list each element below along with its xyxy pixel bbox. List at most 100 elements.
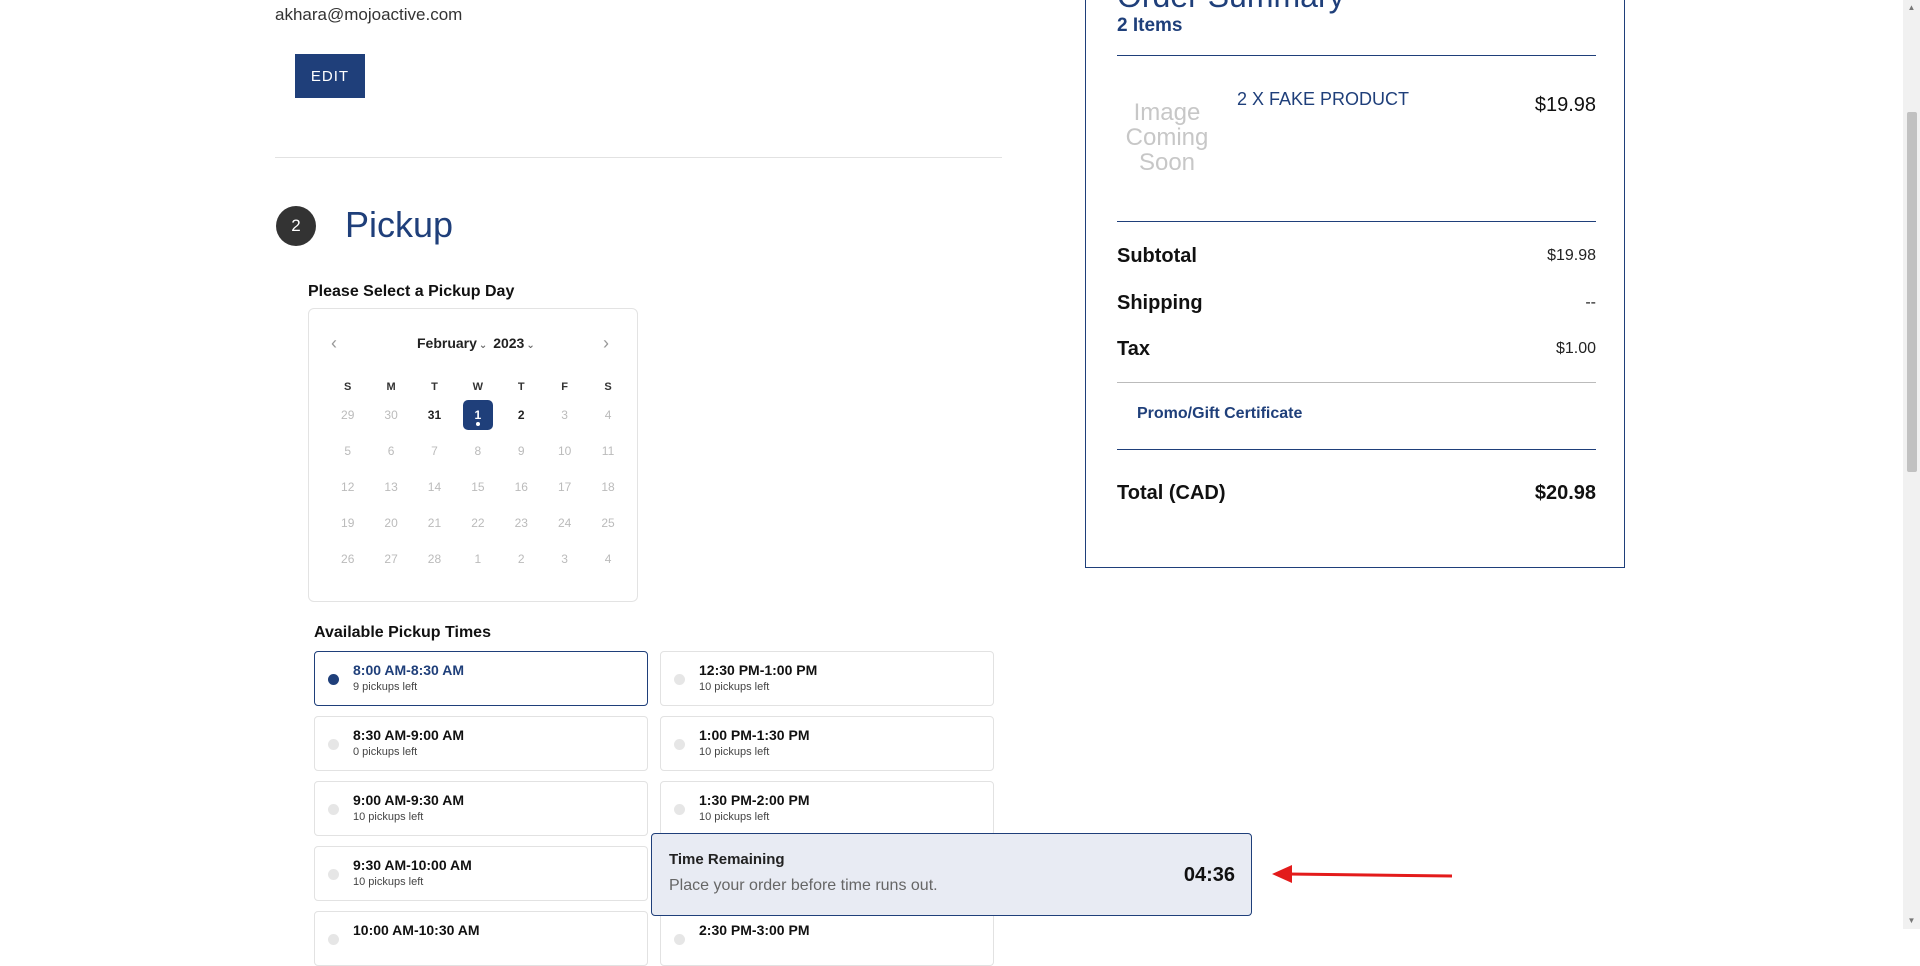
pickups-left-label: 10 pickups left [699,681,770,693]
calendar-day: 5 [326,444,369,458]
pickups-left-label: 10 pickups left [699,811,770,823]
calendar-day: 7 [413,444,456,458]
chevron-left-icon[interactable]: ‹ [331,333,337,354]
calendar-day-number: 21 [427,516,442,530]
subtotal-value: $19.98 [1547,247,1596,264]
calendar-day-number: 3 [561,552,568,566]
calendar-day: 15 [456,480,499,494]
calendar-day-number: 7 [431,444,438,458]
page-scrollbar[interactable]: ▲ ▼ [1903,0,1920,929]
radio-icon[interactable] [328,739,339,750]
edit-button[interactable]: EDIT [295,54,365,98]
calendar-day: 4 [586,408,629,422]
calendar-day: 14 [413,480,456,494]
calendar-day: 20 [369,516,412,530]
radio-icon[interactable] [674,934,685,945]
pickup-time-slot[interactable]: 8:30 AM-9:00 AM 0 pickups left [314,716,648,771]
calendar-day-number: 10 [557,444,572,458]
radio-icon[interactable] [328,934,339,945]
radio-icon[interactable] [674,739,685,750]
calendar-day-selected[interactable]: 1 [456,400,499,430]
pickup-time-label: 1:00 PM-1:30 PM [699,727,810,743]
calendar-week-row: 5 6 7 8 9 10 11 [326,433,630,469]
chevron-right-icon[interactable]: › [603,333,609,354]
month-select[interactable]: February [417,335,477,351]
radio-icon[interactable] [674,804,685,815]
calendar-day-number: 27 [384,552,398,566]
pickups-left-label: 0 pickups left [353,746,418,758]
calendar-day: 16 [500,480,543,494]
chevron-down-icon[interactable]: ⌄ [479,340,487,351]
time-remaining-title: Time Remaining [669,851,785,868]
calendar-grid: S M T W T F S 29 30 31 1 2 3 4 5 6 7 8 9 10 11 12 13 14 15 16 17 18… [326,377,630,577]
calendar-day-number: 12 [341,480,355,494]
calendar-day-number: 30 [384,408,398,422]
chevron-down-icon[interactable]: ⌄ [526,340,534,351]
pickups-left-label: 10 pickups left [353,811,424,823]
pickup-time-label: 9:00 AM-9:30 AM [353,792,464,808]
pickup-time-slot[interactable]: 10:00 AM-10:30 AM [314,911,648,966]
calendar-day: 18 [586,480,629,494]
calendar-day-number: 1 [474,552,482,566]
step-number-badge: 2 [276,206,316,246]
radio-icon[interactable] [674,674,685,685]
summary-divider [1117,449,1596,450]
annotation-arrow [1272,865,1453,883]
weekday-header: W [472,381,484,393]
pickup-time-slot[interactable]: 1:00 PM-1:30 PM 10 pickups left [660,716,994,771]
calendar-day: 13 [369,480,412,494]
radio-icon[interactable] [328,869,339,880]
radio-icon[interactable] [328,804,339,815]
weekday-header: T [431,381,438,393]
product-image-placeholder: Image Coming Soon [1125,99,1209,176]
scrollbar-thumb[interactable] [1907,112,1917,472]
pickup-time-slot[interactable]: 8:00 AM-8:30 AM 9 pickups left [314,651,648,706]
calendar-day: 3 [543,408,586,422]
calendar-week-row: 29 30 31 1 2 3 4 [326,397,630,433]
promo-gift-certificate-link[interactable]: Promo/Gift Certificate [1137,405,1302,423]
calendar-day-number: 28 [427,552,442,566]
pickups-left-label: 10 pickups left [699,746,770,758]
year-select[interactable]: 2023 [493,335,524,351]
pickup-time-label: 2:30 PM-3:00 PM [699,922,810,938]
calendar-day-number: 14 [427,480,442,494]
calendar-day-number: 20 [384,516,398,530]
calendar-day: 29 [326,408,369,422]
calendar-day: 23 [500,516,543,530]
calendar-day-number: 9 [517,444,525,458]
pickup-time-slot[interactable]: 9:30 AM-10:00 AM 10 pickups left [314,846,648,901]
weekday-header: T [517,381,525,393]
calendar-day-number: 22 [471,516,485,530]
contact-email: akhara@mojoactive.com [275,5,463,24]
scroll-up-icon[interactable]: ▲ [1903,0,1920,16]
weekday-header: F [561,381,569,393]
pickup-time-slot[interactable]: 12:30 PM-1:00 PM 10 pickups left [660,651,994,706]
radio-selected-icon[interactable] [328,674,339,685]
calendar-day: 27 [369,552,412,566]
calendar-day-number: 13 [384,480,398,494]
pickup-day-label: Please Select a Pickup Day [308,283,515,300]
calendar-day-number: 31 [427,408,442,422]
section-divider [275,157,1002,158]
calendar-day: 28 [413,552,456,566]
summary-divider [1117,382,1596,383]
calendar-day: 17 [543,480,586,494]
calendar-day[interactable]: 31 [413,408,456,422]
scroll-down-icon[interactable]: ▼ [1903,913,1920,929]
countdown-value: 04:36 [1183,864,1235,886]
product-name[interactable]: 2 X FAKE PRODUCT [1237,89,1409,110]
summary-divider [1117,221,1596,222]
calendar-day[interactable]: 2 [500,408,543,422]
calendar-day-number: 4 [604,408,612,422]
pickup-time-slot[interactable]: 1:30 PM-2:00 PM 10 pickups left [660,781,994,836]
calendar-day: 25 [586,516,629,530]
pickup-heading: Pickup [345,204,454,245]
pickup-time-label: 9:30 AM-10:00 AM [353,857,472,873]
calendar-day-number: 4 [604,552,612,566]
calendar-day-number: 18 [601,480,615,494]
calendar-day-number: 29 [341,408,355,422]
pickup-time-slot[interactable]: 2:30 PM-3:00 PM [660,911,994,966]
calendar-week-row: 26 27 28 1 2 3 4 [326,541,630,577]
pickup-time-slot[interactable]: 9:00 AM-9:30 AM 10 pickups left [314,781,648,836]
calendar-day: 24 [543,516,586,530]
